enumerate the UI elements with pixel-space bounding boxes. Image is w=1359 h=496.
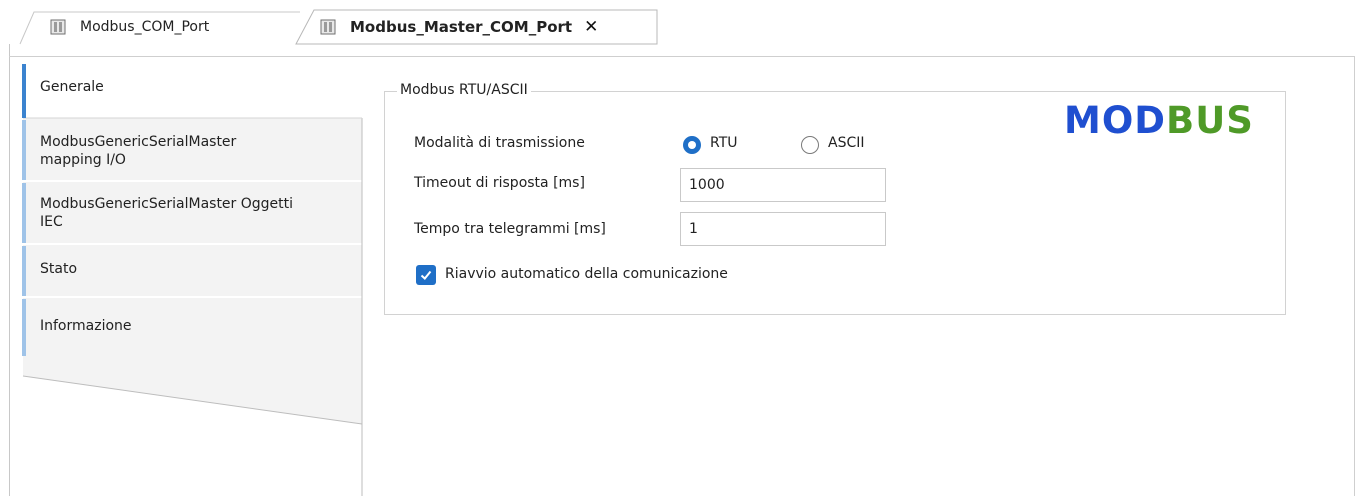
nav-accent [22, 246, 26, 296]
nav-item-label: Generale [40, 79, 104, 95]
nav-item-label: ModbusGenericSerialMaster [40, 134, 237, 150]
transmission-mode-label: Modalità di trasmissione [414, 135, 585, 151]
timeout-input[interactable] [680, 168, 886, 202]
interframe-label: Tempo tra telegrammi [ms] [414, 221, 606, 237]
nav-item-iec-objects[interactable]: ModbusGenericSerialMaster Oggetti IEC [40, 195, 350, 231]
nav-accent [22, 183, 26, 243]
rtu-radio-label[interactable]: RTU [710, 135, 738, 151]
nav-item-label: ModbusGenericSerialMaster Oggetti [40, 196, 294, 212]
auto-restart-checkbox[interactable] [416, 265, 436, 285]
rtu-radio[interactable] [683, 136, 701, 154]
nav-item-label: Informazione [40, 318, 132, 334]
logo-part-1: MOD [1064, 99, 1166, 142]
nav-selected-accent [22, 64, 26, 118]
nav-item-informazione[interactable]: Informazione [40, 317, 350, 335]
checkmark-icon [420, 270, 432, 280]
logo-part-2: BUS [1166, 99, 1254, 142]
auto-restart-label[interactable]: Riavvio automatico della comunicazione [445, 266, 728, 282]
nav-item-label: mapping I/O [40, 152, 126, 168]
modbus-logo: MODBUS [1064, 102, 1254, 139]
nav-accent [22, 120, 26, 180]
interframe-input[interactable] [680, 212, 886, 246]
nav-accent [22, 299, 26, 356]
group-title: Modbus RTU/ASCII [397, 82, 531, 98]
nav-item-mapping-io[interactable]: ModbusGenericSerialMaster mapping I/O [40, 133, 350, 169]
nav-item-label: Stato [40, 261, 78, 277]
timeout-label: Timeout di risposta [ms] [414, 175, 585, 191]
nav-item-label: IEC [40, 214, 63, 230]
nav-item-generale[interactable]: Generale [40, 78, 350, 96]
nav-item-stato[interactable]: Stato [40, 260, 350, 278]
ascii-radio[interactable] [801, 136, 819, 154]
ascii-radio-label[interactable]: ASCII [828, 135, 865, 151]
